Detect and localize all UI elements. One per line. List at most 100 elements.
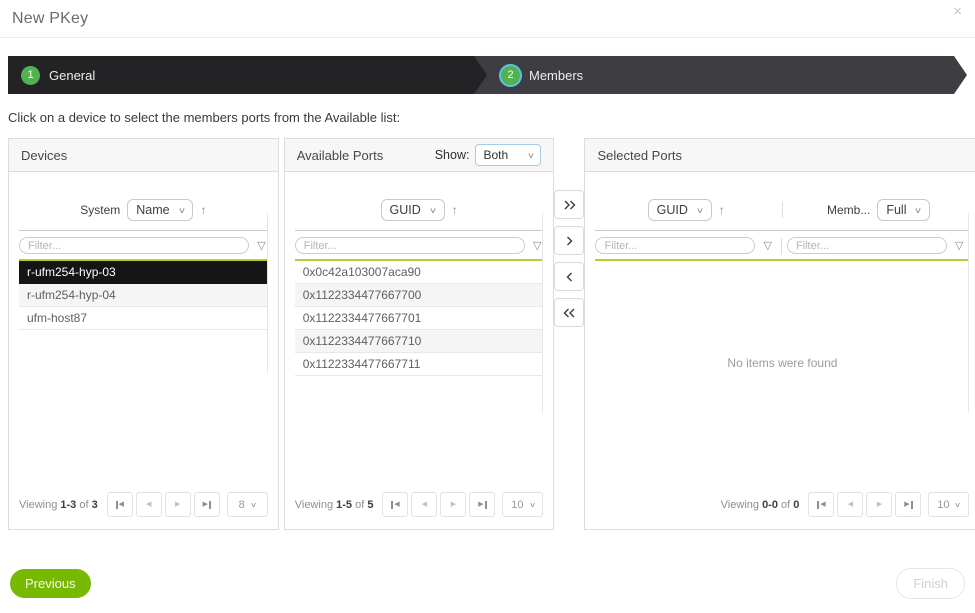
membership-select[interactable]: Full ∨ (877, 199, 930, 221)
devices-panel-title: Devices (21, 148, 67, 163)
first-page-icon (391, 501, 393, 509)
sort-ascending-icon[interactable]: ↑ (719, 203, 725, 217)
available-sort-field-select[interactable]: GUID ∨ (381, 199, 445, 221)
selected-membership-filter: ▽ (787, 237, 967, 254)
selected-sort-field-value: GUID (657, 203, 688, 217)
devices-page-size-select[interactable]: 8 ∨ (227, 492, 268, 517)
table-row[interactable]: 0x1122334477667700 (295, 284, 544, 307)
page-size-value: 10 (937, 499, 949, 511)
selected-ports-panel-title: Selected Ports (597, 148, 682, 163)
chevron-down-icon: ∨ (429, 206, 437, 215)
dialog-header: New PKey × (0, 0, 975, 38)
prev-page-icon: ◀ (848, 501, 853, 508)
next-page-button[interactable]: ▶ (440, 492, 466, 517)
finish-button[interactable]: Finish (896, 568, 965, 599)
devices-sort-field-select[interactable]: Name ∨ (127, 199, 193, 221)
step-label-general: General (49, 68, 95, 83)
filter-funnel-icon[interactable]: ▽ (955, 239, 963, 252)
table-row[interactable]: ufm-host87 (19, 307, 268, 330)
selected-page-size-select[interactable]: 10 ∨ (928, 492, 969, 517)
page-title: New PKey (12, 10, 88, 27)
table-row[interactable]: r-ufm254-hyp-03 (19, 261, 268, 284)
available-ports-panel-header: Available Ports Show: Both ∨ (285, 139, 554, 172)
filter-funnel-icon[interactable]: ▽ (257, 239, 265, 252)
table-row[interactable]: 0x1122334477667701 (295, 307, 544, 330)
available-sort-row: GUID ∨ ↑ (295, 199, 544, 231)
chevron-left-icon (562, 271, 577, 283)
viewing-label: Viewing (19, 499, 57, 511)
table-row[interactable]: 0x1122334477667710 (295, 330, 544, 353)
last-page-icon (911, 501, 913, 509)
selected-ports-panel: Selected Ports GUID ∨ ↑ Memb... Full ∨ (584, 138, 975, 530)
viewing-total: 0 (793, 499, 799, 511)
wizard-step-members[interactable]: 2 Members (474, 56, 967, 94)
of-label: of (79, 499, 88, 511)
table-row[interactable]: 0x1122334477667711 (295, 353, 544, 376)
selected-sort-field-select[interactable]: GUID ∨ (648, 199, 712, 221)
selected-filter-input[interactable] (595, 237, 755, 254)
double-chevron-right-icon (562, 199, 577, 211)
move-all-right-button[interactable] (554, 190, 584, 219)
close-icon[interactable]: × (953, 4, 962, 19)
filter-funnel-icon[interactable]: ▽ (533, 239, 541, 252)
available-viewing-status: Viewing 1-5 of 5 (295, 499, 374, 511)
viewing-label: Viewing (721, 499, 759, 511)
available-pagination: Viewing 1-5 of 5 ◀ ◀ ▶ ▶ 10 ∨ (295, 492, 544, 517)
available-row-list: 0x0c42a103007aca90 0x1122334477667700 0x… (295, 261, 544, 376)
prev-page-button[interactable]: ◀ (837, 492, 863, 517)
move-all-left-button[interactable] (554, 298, 584, 327)
last-page-button[interactable]: ▶ (469, 492, 495, 517)
viewing-range: 0-0 (762, 499, 778, 511)
sort-ascending-icon[interactable]: ↑ (452, 203, 458, 217)
selected-pagination: Viewing 0-0 of 0 ◀ ◀ ▶ ▶ 10 ∨ (595, 492, 969, 517)
show-mode-select[interactable]: Both ∨ (475, 144, 541, 166)
membership-column-label: Memb... (827, 203, 870, 217)
sort-ascending-icon[interactable]: ↑ (200, 203, 206, 217)
last-page-button[interactable]: ▶ (194, 492, 220, 517)
next-page-icon: ▶ (451, 501, 456, 508)
devices-panel-header: Devices (9, 139, 278, 172)
selected-ports-table: GUID ∨ ↑ Memb... Full ∨ ▽ (595, 199, 969, 370)
membership-filter-input[interactable] (787, 237, 947, 254)
available-filter-input[interactable] (295, 237, 525, 254)
transfer-controls (554, 138, 584, 530)
step-number-badge: 2 (501, 66, 520, 85)
wizard-step-general[interactable]: 1 General (8, 56, 487, 94)
devices-sort-row: System Name ∨ ↑ (19, 199, 268, 231)
first-page-icon (116, 501, 118, 509)
last-page-icon (485, 501, 487, 509)
last-page-icon: ▶ (203, 501, 208, 508)
devices-filter-input[interactable] (19, 237, 249, 254)
next-page-icon: ▶ (175, 501, 180, 508)
prev-page-button[interactable]: ◀ (411, 492, 437, 517)
chevron-down-icon: ∨ (526, 151, 534, 160)
show-label: Show: (435, 148, 470, 162)
last-page-button[interactable]: ▶ (895, 492, 921, 517)
devices-filter-row: ▽ (19, 231, 268, 261)
next-page-button[interactable]: ▶ (866, 492, 892, 517)
column-divider (782, 202, 783, 218)
last-page-icon: ▶ (478, 501, 483, 508)
available-ports-table: GUID ∨ ↑ ▽ 0x0c42a103007aca90 0x11223344… (295, 199, 544, 376)
available-sort-field-value: GUID (390, 203, 421, 217)
first-page-button[interactable]: ◀ (382, 492, 408, 517)
move-left-button[interactable] (554, 262, 584, 291)
viewing-label: Viewing (295, 499, 333, 511)
first-page-button[interactable]: ◀ (808, 492, 834, 517)
selected-sort-row: GUID ∨ ↑ Memb... Full ∨ (595, 199, 969, 231)
next-page-button[interactable]: ▶ (165, 492, 191, 517)
membership-value: Full (886, 203, 906, 217)
first-page-icon: ◀ (119, 501, 124, 508)
move-right-button[interactable] (554, 226, 584, 255)
table-row[interactable]: r-ufm254-hyp-04 (19, 284, 268, 307)
prev-page-button[interactable]: ◀ (136, 492, 162, 517)
previous-button[interactable]: Previous (10, 569, 91, 598)
instruction-text: Click on a device to select the members … (8, 110, 967, 125)
step-number-badge: 1 (21, 66, 40, 85)
members-step-content: Devices System Name ∨ ↑ ▽ r-ufm254-hyp-0… (8, 138, 965, 530)
available-page-size-select[interactable]: 10 ∨ (502, 492, 543, 517)
available-ports-panel: Available Ports Show: Both ∨ GUID ∨ ↑ ▽ (284, 138, 555, 530)
filter-funnel-icon[interactable]: ▽ (763, 239, 771, 252)
table-row[interactable]: 0x0c42a103007aca90 (295, 261, 544, 284)
first-page-button[interactable]: ◀ (107, 492, 133, 517)
